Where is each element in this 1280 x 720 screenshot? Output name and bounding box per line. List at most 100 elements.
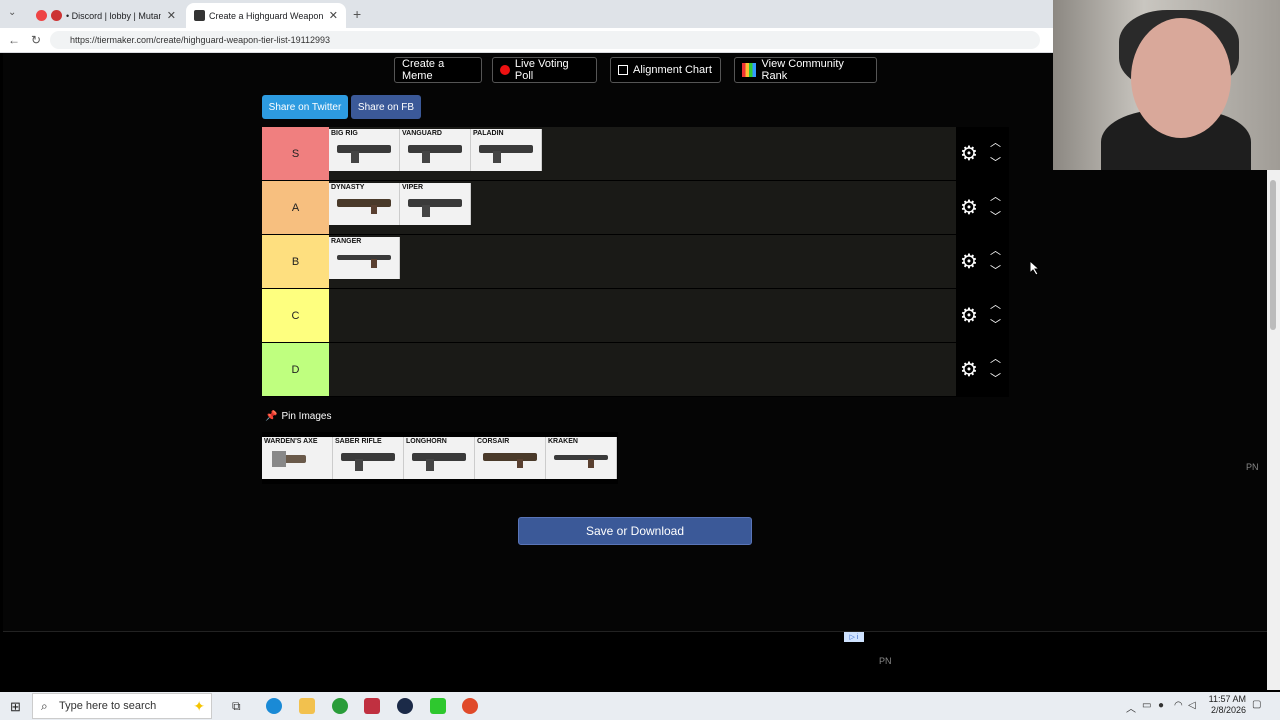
battery-icon[interactable]: ▭ bbox=[1142, 700, 1151, 711]
item-name: RANGER bbox=[331, 238, 362, 245]
address-bar: ← ↻ https://tiermaker.com/create/highgua… bbox=[0, 28, 1053, 53]
tier-item-dynasty[interactable]: DYNASTY bbox=[329, 183, 400, 225]
community-rank-button[interactable]: View Community Rank bbox=[734, 57, 877, 83]
tray-chevron-icon[interactable]: ︿ bbox=[1126, 700, 1136, 715]
move-down-icon[interactable]: ﹀ bbox=[990, 266, 1001, 277]
save-download-button[interactable]: Save or Download bbox=[518, 517, 752, 545]
tier-items[interactable] bbox=[329, 343, 956, 396]
back-icon[interactable]: ← bbox=[8, 33, 20, 47]
url-input[interactable]: https://tiermaker.com/create/highguard-w… bbox=[50, 31, 1040, 49]
microphone-icon[interactable]: ● bbox=[1158, 700, 1164, 711]
close-tab-icon[interactable]: ✕ bbox=[329, 9, 338, 22]
gear-icon[interactable]: ⚙ bbox=[960, 198, 978, 218]
gear-icon[interactable]: ⚙ bbox=[960, 252, 978, 272]
pool-item-kraken[interactable]: KRAKEN bbox=[546, 437, 617, 479]
save-download-label: Save or Download bbox=[585, 524, 685, 538]
task-view-icon[interactable]: ⧉ bbox=[232, 699, 241, 714]
community-rank-label: View Community Rank bbox=[761, 58, 844, 82]
tier-row-c: C ⚙ ︿ ﹀ bbox=[262, 289, 1009, 343]
move-down-icon[interactable]: ﹀ bbox=[990, 158, 1001, 169]
tier-label[interactable]: C bbox=[262, 289, 329, 342]
steam-icon[interactable] bbox=[397, 698, 413, 714]
pin-images-label: Pin Images bbox=[281, 411, 332, 422]
tab-title: • Discord | lobby | MutantBray bbox=[66, 10, 161, 21]
xbox-icon[interactable] bbox=[332, 698, 348, 714]
pool-item-wardens-axe[interactable]: WARDEN'S AXE bbox=[262, 437, 333, 479]
file-explorer-icon[interactable] bbox=[299, 698, 315, 714]
webcam-overlay bbox=[1053, 0, 1280, 170]
item-name: VANGUARD bbox=[402, 130, 442, 137]
weapon-stock bbox=[588, 459, 594, 468]
tier-label[interactable]: B bbox=[262, 235, 329, 288]
tier-controls: ⚙ ︿ ﹀ bbox=[956, 343, 1009, 396]
gear-icon[interactable]: ⚙ bbox=[960, 144, 978, 164]
move-down-icon[interactable]: ﹀ bbox=[990, 374, 1001, 385]
pool-item-longhorn[interactable]: LONGHORN bbox=[404, 437, 475, 479]
ad-choices-icon[interactable]: ▷ i bbox=[844, 632, 864, 642]
tier-item-big-rig[interactable]: BIG RIG bbox=[329, 129, 400, 171]
page-scrollbar[interactable] bbox=[1267, 170, 1280, 690]
weapon-image bbox=[479, 145, 533, 153]
tab-search-icon[interactable]: ⌄ bbox=[8, 7, 16, 18]
gear-icon[interactable]: ⚙ bbox=[960, 360, 978, 380]
edge-icon[interactable] bbox=[266, 698, 282, 714]
record-icon bbox=[51, 10, 62, 21]
tier-items[interactable]: RANGER bbox=[329, 235, 956, 288]
windows-start-icon[interactable]: ⊞ bbox=[10, 699, 21, 715]
volume-icon[interactable]: ◁ bbox=[1188, 700, 1196, 711]
tier-controls: ⚙ ︿ ﹀ bbox=[956, 181, 1009, 234]
tier-label[interactable]: A bbox=[262, 181, 329, 234]
tier-label[interactable]: D bbox=[262, 343, 329, 396]
pin-images-toggle[interactable]: 📌 Pin Images bbox=[265, 411, 331, 422]
new-tab-icon[interactable]: + bbox=[353, 6, 361, 22]
create-meme-button[interactable]: Create a Meme bbox=[394, 57, 482, 83]
item-name: WARDEN'S AXE bbox=[264, 438, 318, 445]
item-name: LONGHORN bbox=[406, 438, 447, 445]
move-up-icon[interactable]: ︿ bbox=[990, 354, 1001, 365]
wifi-icon[interactable]: ◠ bbox=[1174, 700, 1183, 711]
weapon-grip bbox=[422, 151, 430, 163]
rank-grid-icon bbox=[742, 63, 756, 77]
tier-label-text: S bbox=[291, 147, 300, 160]
pool-item-corsair[interactable]: CORSAIR bbox=[475, 437, 546, 479]
reload-icon[interactable]: ↻ bbox=[31, 33, 41, 47]
search-icon: ⌕ bbox=[41, 699, 48, 713]
move-down-icon[interactable]: ﹀ bbox=[990, 320, 1001, 331]
move-up-icon[interactable]: ︿ bbox=[990, 192, 1001, 203]
item-name: BIG RIG bbox=[331, 130, 358, 137]
tier-label-text: B bbox=[291, 255, 300, 268]
notification-icon[interactable]: ▢ bbox=[1252, 699, 1261, 710]
live-voting-button[interactable]: Live Voting Poll bbox=[492, 57, 597, 83]
tier-row-b: B RANGER ⚙ ︿ ﹀ bbox=[262, 235, 1009, 289]
share-twitter-button[interactable]: Share on Twitter bbox=[262, 95, 348, 119]
tier-item-ranger[interactable]: RANGER bbox=[329, 237, 400, 279]
tier-item-paladin[interactable]: PALADIN bbox=[471, 129, 542, 171]
taskbar-search-input[interactable]: ⌕ Type here to search ✦ bbox=[32, 693, 212, 719]
tier-label[interactable]: S bbox=[262, 127, 329, 180]
move-up-icon[interactable]: ︿ bbox=[990, 300, 1001, 311]
tier-item-viper[interactable]: VIPER bbox=[400, 183, 471, 225]
app-green-icon[interactable] bbox=[430, 698, 446, 714]
tab-tiermaker[interactable]: Create a Highguard Weapon Tier L ✕ bbox=[186, 3, 346, 28]
chrome-icon[interactable] bbox=[462, 698, 478, 714]
app-red-icon[interactable] bbox=[364, 698, 380, 714]
taskbar-clock[interactable]: 11:57 AM 2/8/2026 bbox=[1209, 694, 1246, 716]
close-tab-icon[interactable]: ✕ bbox=[167, 9, 176, 22]
alignment-chart-button[interactable]: Alignment Chart bbox=[610, 57, 721, 83]
tier-item-vanguard[interactable]: VANGUARD bbox=[400, 129, 471, 171]
gear-icon[interactable]: ⚙ bbox=[960, 306, 978, 326]
tier-row-s: S BIG RIG VANGUARD PALADIN ⚙ ︿ ﹀ bbox=[262, 127, 1009, 181]
tab-discord[interactable]: • Discord | lobby | MutantBray ✕ bbox=[28, 3, 184, 28]
tier-label-text: A bbox=[291, 201, 300, 214]
share-fb-button[interactable]: Share on FB bbox=[351, 95, 421, 119]
move-down-icon[interactable]: ﹀ bbox=[990, 212, 1001, 223]
unranked-image-pool[interactable]: WARDEN'S AXE SABER RIFLE LONGHORN CORSAI… bbox=[262, 432, 618, 484]
mouse-cursor-icon bbox=[1030, 261, 1040, 276]
scrollbar-thumb[interactable] bbox=[1270, 180, 1276, 330]
move-up-icon[interactable]: ︿ bbox=[990, 138, 1001, 149]
tier-items[interactable]: BIG RIG VANGUARD PALADIN bbox=[329, 127, 956, 180]
tier-items[interactable]: DYNASTY VIPER bbox=[329, 181, 956, 234]
tier-items[interactable] bbox=[329, 289, 956, 342]
pool-item-saber-rifle[interactable]: SABER RIFLE bbox=[333, 437, 404, 479]
move-up-icon[interactable]: ︿ bbox=[990, 246, 1001, 257]
